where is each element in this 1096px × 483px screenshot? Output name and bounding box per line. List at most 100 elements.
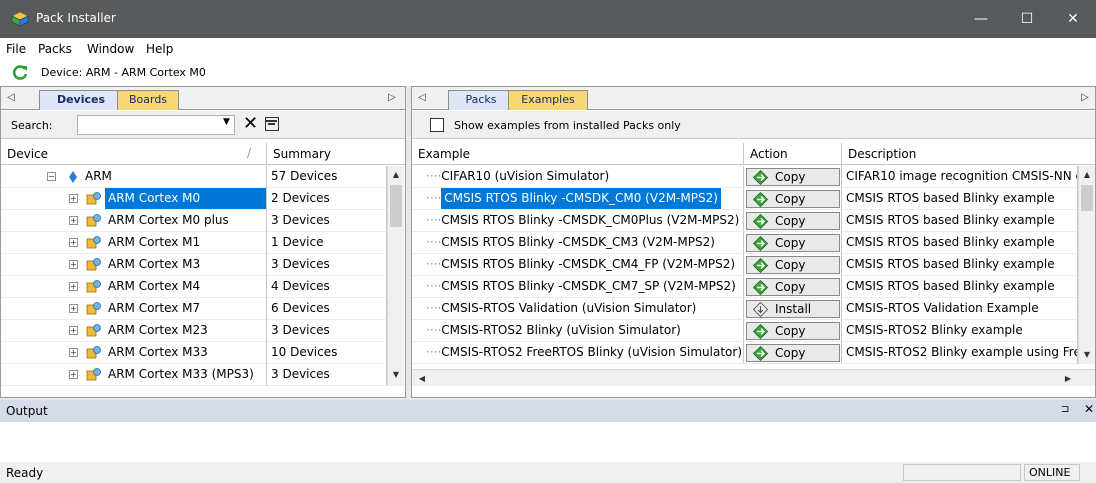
- tab-scroll-right-icon[interactable]: ▷: [1078, 90, 1092, 106]
- maximize-button[interactable]: ☐: [1004, 0, 1050, 38]
- pin-icon[interactable]: ⊐: [1061, 404, 1069, 415]
- search-dropdown-icon[interactable]: ▼: [223, 117, 230, 127]
- collapse-node-icon[interactable]: −: [47, 172, 56, 181]
- copy-example-button[interactable]: Copy: [746, 168, 840, 186]
- example-description: CMSIS-RTOS2 Blinky example: [842, 320, 1078, 342]
- tab-scroll-left-icon[interactable]: ◁: [415, 90, 429, 106]
- menu-packs[interactable]: Packs: [38, 42, 72, 56]
- device-family-icon: [86, 280, 101, 293]
- action-cell: Copy: [744, 166, 842, 188]
- column-resize-grip-icon[interactable]: /: [247, 146, 251, 160]
- scroll-thumb[interactable]: [1081, 185, 1093, 211]
- close-output-icon[interactable]: ✕: [1084, 402, 1094, 416]
- copy-example-button[interactable]: Copy: [746, 322, 840, 340]
- column-action[interactable]: Action: [744, 143, 842, 165]
- copy-diamond-icon: [753, 192, 768, 207]
- scroll-right-icon[interactable]: ▶: [1060, 370, 1076, 387]
- example-description: CMSIS RTOS based Blinky example: [842, 276, 1078, 298]
- device-row-arm[interactable]: − ARM 57 Devices: [1, 166, 387, 188]
- device-family-icon: [86, 236, 101, 249]
- copy-example-button[interactable]: Copy: [746, 212, 840, 230]
- menu-window[interactable]: Window: [87, 42, 134, 56]
- scroll-down-icon[interactable]: ▼: [1079, 346, 1095, 363]
- scroll-up-icon[interactable]: ▲: [388, 166, 404, 183]
- device-summary: 3 Devices: [267, 210, 387, 232]
- tab-boards[interactable]: Boards: [117, 90, 179, 110]
- scroll-thumb[interactable]: [390, 185, 402, 227]
- expand-node-icon[interactable]: +: [69, 326, 78, 335]
- copy-example-button[interactable]: Copy: [746, 234, 840, 252]
- minimize-button[interactable]: —: [958, 0, 1004, 38]
- copy-example-button[interactable]: Copy: [746, 256, 840, 274]
- device-row[interactable]: + ARM Cortex M33 (MPS3) 3 Devices: [1, 364, 387, 386]
- device-family-icon: [86, 324, 101, 337]
- refresh-icon[interactable]: [11, 64, 29, 82]
- device-row[interactable]: + ARM Cortex M33 10 Devices: [1, 342, 387, 364]
- clear-search-icon[interactable]: ✕: [243, 114, 258, 134]
- collapse-all-icon[interactable]: [265, 117, 279, 131]
- device-name-cell: − ARM: [1, 166, 267, 188]
- example-row[interactable]: ····CMSIS-RTOS2 FreeRTOS Blinky (uVision…: [412, 342, 1078, 364]
- scroll-left-icon[interactable]: ◀: [414, 370, 430, 387]
- column-description[interactable]: Description: [842, 143, 1078, 165]
- example-row-selected[interactable]: ···· CMSIS RTOS Blinky -CMSDK_CM0 (V2M-MP…: [412, 188, 1078, 210]
- installed-only-checkbox[interactable]: [430, 118, 444, 132]
- column-summary[interactable]: Summary: [267, 143, 387, 165]
- example-row[interactable]: ····CMSIS RTOS Blinky -CMSDK_CM0Plus (V2…: [412, 210, 1078, 232]
- example-row[interactable]: ····CMSIS RTOS Blinky -CMSDK_CM3 (V2M-MP…: [412, 232, 1078, 254]
- device-name: ARM Cortex M7: [108, 301, 201, 315]
- action-cell: Copy: [744, 254, 842, 276]
- example-name: CMSIS RTOS Blinky -CMSDK_CM0Plus (V2M-MP…: [441, 213, 740, 227]
- menu-help[interactable]: Help: [146, 42, 173, 56]
- expand-node-icon[interactable]: +: [69, 238, 78, 247]
- expand-node-icon[interactable]: +: [69, 304, 78, 313]
- menu-bar: File Packs Window Help: [0, 38, 1096, 60]
- close-button[interactable]: ✕: [1050, 0, 1096, 38]
- example-row[interactable]: ····CIFAR10 (uVision Simulator) Copy CIF…: [412, 166, 1078, 188]
- tab-packs[interactable]: Packs: [448, 90, 514, 110]
- device-row[interactable]: + ARM Cortex M1 1 Device: [1, 232, 387, 254]
- copy-example-button[interactable]: Copy: [746, 190, 840, 208]
- copy-example-button[interactable]: Copy: [746, 278, 840, 296]
- expand-node-icon[interactable]: +: [69, 370, 78, 379]
- example-row[interactable]: ····CMSIS RTOS Blinky -CMSDK_CM7_SP (V2M…: [412, 276, 1078, 298]
- column-device[interactable]: Device: [1, 143, 267, 165]
- expand-node-icon[interactable]: +: [69, 216, 78, 225]
- example-row[interactable]: ····CMSIS-RTOS2 Blinky (uVision Simulato…: [412, 320, 1078, 342]
- examples-grid-header: Example Action Description: [412, 143, 1095, 165]
- tab-examples[interactable]: Examples: [508, 90, 588, 110]
- menu-file[interactable]: File: [6, 42, 26, 56]
- example-row[interactable]: ····CMSIS-RTOS Validation (uVision Simul…: [412, 298, 1078, 320]
- expand-node-icon[interactable]: +: [69, 348, 78, 357]
- device-summary: 2 Devices: [267, 188, 387, 210]
- scroll-down-icon[interactable]: ▼: [388, 366, 404, 383]
- device-row[interactable]: + ARM Cortex M3 3 Devices: [1, 254, 387, 276]
- example-description: CMSIS-RTOS Validation Example: [842, 298, 1078, 320]
- device-row[interactable]: + ARM Cortex M7 6 Devices: [1, 298, 387, 320]
- copy-example-button[interactable]: Copy: [746, 344, 840, 362]
- device-row[interactable]: + ARM Cortex M23 3 Devices: [1, 320, 387, 342]
- example-name: CMSIS RTOS Blinky -CMSDK_CM0 (V2M-MPS2): [441, 188, 721, 209]
- examples-horizontal-scrollbar[interactable]: ◀ ▶: [412, 369, 1095, 386]
- expand-node-icon[interactable]: +: [69, 194, 78, 203]
- tab-scroll-left-icon[interactable]: ◁: [4, 90, 18, 106]
- expand-node-icon[interactable]: +: [69, 260, 78, 269]
- tab-devices[interactable]: Devices: [39, 90, 123, 110]
- device-name-cell: + ARM Cortex M3: [1, 254, 267, 276]
- install-example-button[interactable]: Install: [746, 300, 840, 318]
- devices-vertical-scrollbar[interactable]: ▲ ▼: [387, 166, 404, 386]
- tab-scroll-right-icon[interactable]: ▷: [385, 90, 399, 106]
- example-row[interactable]: ····CMSIS RTOS Blinky -CMSDK_CM4_FP (V2M…: [412, 254, 1078, 276]
- device-row[interactable]: + ARM Cortex M0 plus 3 Devices: [1, 210, 387, 232]
- expand-node-icon[interactable]: +: [69, 282, 78, 291]
- scroll-up-icon[interactable]: ▲: [1079, 166, 1095, 183]
- device-row[interactable]: + ARM Cortex M0 2 Devices: [1, 188, 387, 210]
- column-example[interactable]: Example: [412, 143, 744, 165]
- devices-panel: ◁ Devices Boards ▷ Search: ▼ ✕ Device / …: [0, 86, 406, 398]
- device-search-input[interactable]: [77, 115, 235, 135]
- device-row[interactable]: + ARM Cortex M4 4 Devices: [1, 276, 387, 298]
- examples-filter-row: Show examples from installed Packs only: [412, 111, 1095, 139]
- examples-vertical-scrollbar[interactable]: ▲ ▼: [1078, 166, 1095, 364]
- device-name-cell: + ARM Cortex M33 (MPS3): [1, 364, 267, 386]
- action-cell: Copy: [744, 188, 842, 210]
